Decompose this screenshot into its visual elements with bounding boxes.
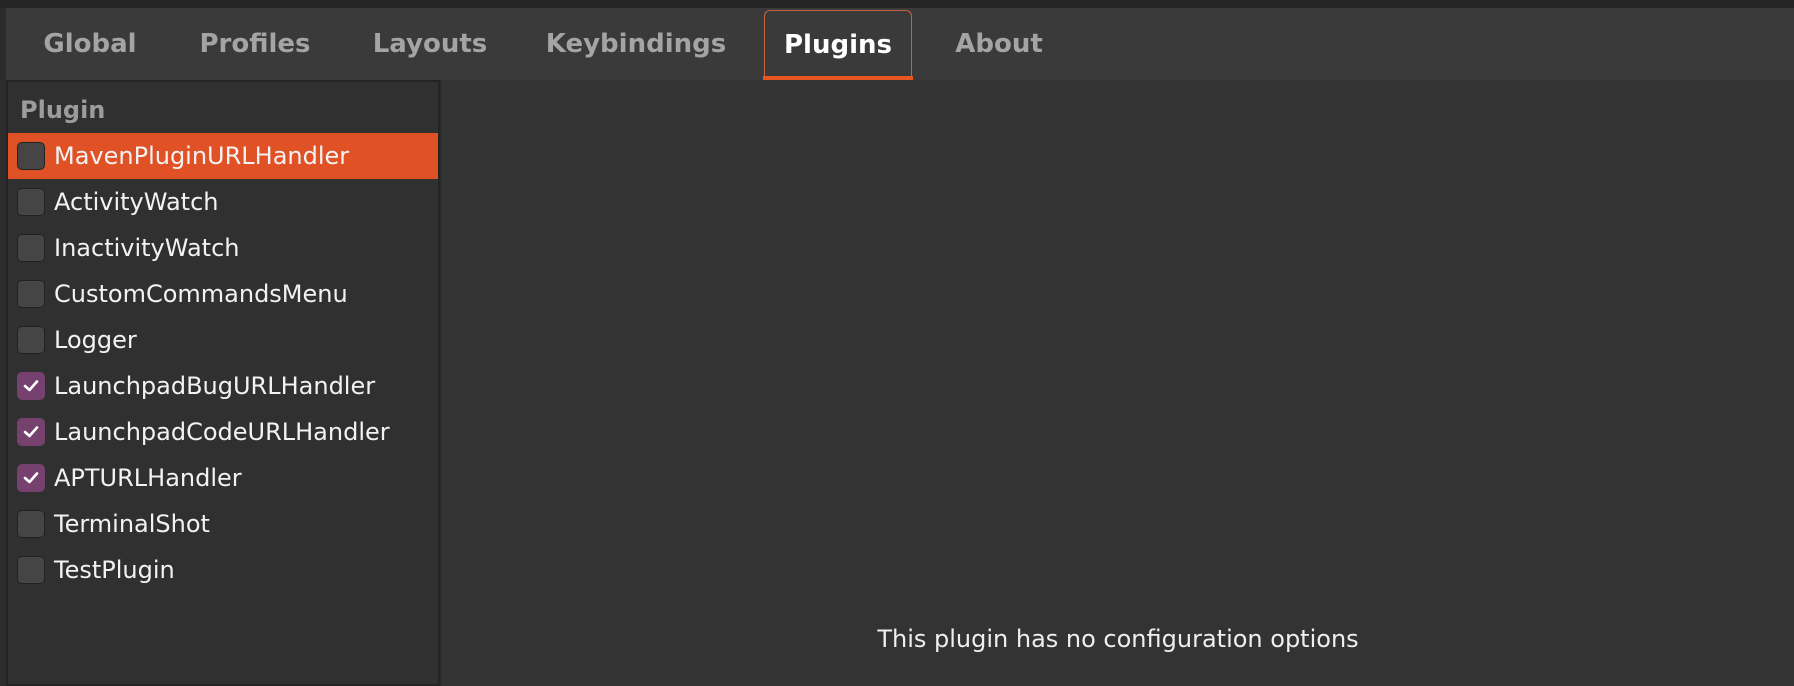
plugin-name: APTURLHandler xyxy=(54,464,242,492)
column-header-plugin[interactable]: Plugin xyxy=(20,96,105,124)
plugin-name: MavenPluginURLHandler xyxy=(54,142,350,170)
plugin-name: Logger xyxy=(54,326,137,354)
plugin-checkbox[interactable] xyxy=(17,280,45,308)
plugin-name: TestPlugin xyxy=(54,556,175,584)
plugin-row[interactable]: TestPlugin xyxy=(8,547,438,593)
plugin-row[interactable]: MavenPluginURLHandler xyxy=(8,133,438,179)
plugin-row[interactable]: APTURLHandler xyxy=(8,455,438,501)
plugin-config-panel: This plugin has no configuration options xyxy=(442,80,1794,686)
plugin-row[interactable]: LaunchpadBugURLHandler xyxy=(8,363,438,409)
plugin-row[interactable]: TerminalShot xyxy=(8,501,438,547)
plugin-row[interactable]: LaunchpadCodeURLHandler xyxy=(8,409,438,455)
plugin-name: InactivityWatch xyxy=(54,234,240,262)
tab-about[interactable]: About xyxy=(945,10,1053,78)
plugin-row[interactable]: InactivityWatch xyxy=(8,225,438,271)
plugin-checkbox[interactable] xyxy=(17,372,45,400)
tab-global[interactable]: Global xyxy=(40,10,140,78)
plugin-list: Plugin MavenPluginURLHandler ActivityWatc… xyxy=(6,80,440,686)
plugin-checkbox[interactable] xyxy=(17,464,45,492)
no-config-message: This plugin has no configuration options xyxy=(877,625,1359,653)
tab-plugins[interactable]: Plugins xyxy=(763,10,913,81)
plugin-checkbox[interactable] xyxy=(17,510,45,538)
plugin-name: CustomCommandsMenu xyxy=(54,280,348,308)
tab-profiles[interactable]: Profiles xyxy=(195,10,315,78)
plugin-checkbox[interactable] xyxy=(17,418,45,446)
checkmark-icon xyxy=(23,426,39,438)
plugin-checkbox[interactable] xyxy=(17,234,45,262)
plugin-row[interactable]: ActivityWatch xyxy=(8,179,438,225)
plugin-checkbox[interactable] xyxy=(17,188,45,216)
plugin-checkbox[interactable] xyxy=(17,326,45,354)
plugin-name: LaunchpadBugURLHandler xyxy=(54,372,376,400)
plugin-row[interactable]: Logger xyxy=(8,317,438,363)
plugin-checkbox[interactable] xyxy=(17,556,45,584)
plugin-row[interactable]: CustomCommandsMenu xyxy=(8,271,438,317)
plugin-name: TerminalShot xyxy=(54,510,210,538)
plugin-checkbox[interactable] xyxy=(17,142,45,170)
plugin-name: LaunchpadCodeURLHandler xyxy=(54,418,390,446)
checkmark-icon xyxy=(23,472,39,484)
plugin-name: ActivityWatch xyxy=(54,188,219,216)
tab-layouts[interactable]: Layouts xyxy=(370,10,490,78)
checkmark-icon xyxy=(23,380,39,392)
tab-keybindings[interactable]: Keybindings xyxy=(545,10,727,78)
window-top-border xyxy=(0,0,1794,8)
